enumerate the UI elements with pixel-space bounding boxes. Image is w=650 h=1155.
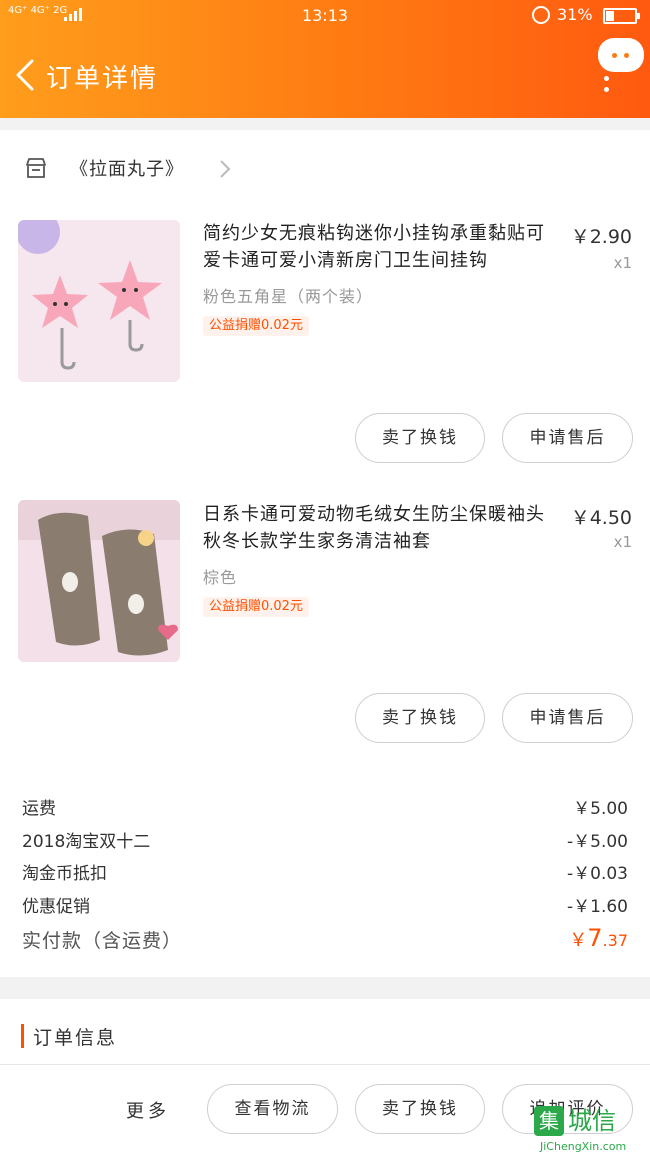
battery-percent: 31% <box>557 5 593 24</box>
total-label: 实付款（含运费） <box>22 930 183 952</box>
chat-bubble-icon[interactable] <box>598 38 644 72</box>
fee-label-shipping: 运费 <box>22 799 56 819</box>
alarm-icon <box>532 6 550 24</box>
product-quantity: x1 <box>613 533 632 551</box>
back-button[interactable] <box>12 58 38 92</box>
product-price: ￥2.90 <box>570 226 632 248</box>
fee-label-coins: 淘金币抵扣 <box>22 864 107 884</box>
resell-button-footer[interactable]: 卖了换钱 <box>355 1084 485 1134</box>
divider <box>0 1064 650 1065</box>
chevron-right-icon[interactable] <box>218 158 232 180</box>
product-image-star-hooks[interactable] <box>18 220 180 382</box>
store-icon <box>26 158 46 178</box>
product-title[interactable]: 日系卡通可爱动物毛绒女生防尘保暖袖头秋冬长款学生家务清洁袖套 <box>203 501 553 555</box>
product-sku: 粉色五角星（两个装） <box>203 287 374 306</box>
battery-icon <box>603 8 640 24</box>
product-price: ￥4.50 <box>570 507 632 529</box>
fee-value-promo-event: -￥5.00 <box>567 832 628 852</box>
fee-label-discount: 优惠促销 <box>22 897 90 917</box>
more-button[interactable]: 更多 <box>126 1097 170 1123</box>
after-sale-button[interactable]: 申请售后 <box>502 413 633 463</box>
total-currency: ￥ <box>569 930 588 951</box>
product-title[interactable]: 简约少女无痕粘钩迷你小挂钩承重黏贴可爱卡通可爱小清新房门卫生间挂钩 <box>203 220 553 274</box>
charity-badge: 公益捐赠0.02元 <box>203 316 309 336</box>
after-sale-button[interactable]: 申请售后 <box>502 693 633 743</box>
status-bar: 4G⁺ 4G⁺ 2G 13:13 31% <box>0 0 650 32</box>
product-quantity: x1 <box>613 254 632 272</box>
resell-button[interactable]: 卖了换钱 <box>355 413 485 463</box>
shop-name[interactable]: 《拉面丸子》 <box>70 155 184 181</box>
product-image-sleeves[interactable] <box>18 500 180 662</box>
total-amount: ￥7.37 <box>569 924 628 952</box>
fee-value-coins: -￥0.03 <box>567 864 628 884</box>
product-sku: 棕色 <box>203 568 238 587</box>
order-info-title: 订单信息 <box>33 1027 118 1049</box>
section-gap <box>0 118 650 130</box>
total-decimal: .37 <box>602 931 628 950</box>
view-logistics-button[interactable]: 查看物流 <box>207 1084 338 1134</box>
fee-value-discount: -￥1.60 <box>567 897 628 917</box>
clock: 13:13 <box>301 6 349 25</box>
page-title: 订单详情 <box>46 64 159 94</box>
total-integer: 7 <box>587 924 603 952</box>
watermark: 集 城信 JiChengXin.com <box>534 1106 650 1155</box>
resell-button[interactable]: 卖了换钱 <box>355 693 485 743</box>
app-header: 4G⁺ 4G⁺ 2G 13:13 31% 订单详情 <box>0 0 650 118</box>
watermark-url: JiChengXin.com <box>540 1140 627 1153</box>
fee-value-shipping: ￥5.00 <box>573 799 628 819</box>
watermark-text: 城信 <box>568 1107 616 1135</box>
watermark-logo-icon: 集 <box>534 1106 564 1136</box>
more-vertical-icon[interactable] <box>604 76 610 92</box>
fee-label-promo-event: 2018淘宝双十二 <box>22 832 151 852</box>
charity-badge: 公益捐赠0.02元 <box>203 597 309 617</box>
section-gap <box>0 977 650 999</box>
section-accent-bar <box>21 1024 24 1048</box>
